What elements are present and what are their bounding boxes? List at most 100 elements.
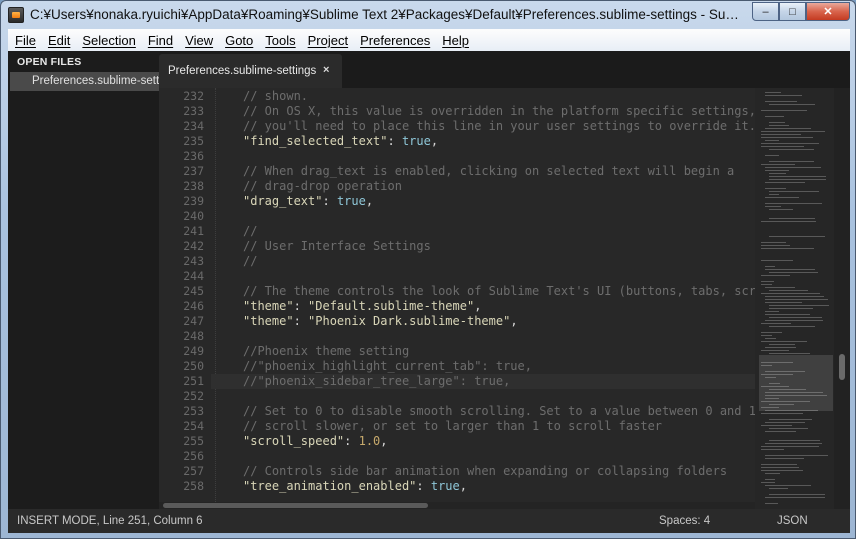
line-number[interactable]: 247 — [159, 314, 204, 328]
menu-file[interactable]: File — [8, 33, 42, 48]
code-line[interactable]: "scroll_speed": 1.0, — [243, 434, 388, 448]
code-line[interactable]: "find_selected_text": true, — [243, 134, 438, 148]
code-line[interactable]: // you'll need to place this line in you… — [243, 119, 755, 133]
status-syntax[interactable]: JSON — [777, 515, 808, 527]
minimap-line — [765, 497, 825, 498]
sublime-app-icon[interactable] — [8, 7, 24, 23]
code-token: true — [336, 194, 366, 208]
code-line[interactable]: // — [243, 224, 257, 238]
code-token: : — [416, 479, 431, 493]
line-number[interactable]: 256 — [159, 449, 204, 463]
line-number[interactable]: 243 — [159, 254, 204, 268]
line-number[interactable]: 250 — [159, 359, 204, 373]
minimap-line — [761, 221, 816, 222]
code-line[interactable]: // When drag_text is enabled, clicking o… — [243, 164, 734, 178]
code-token: true — [430, 479, 460, 493]
line-number[interactable]: 239 — [159, 194, 204, 208]
line-number[interactable]: 255 — [159, 434, 204, 448]
minimap-line — [765, 422, 805, 423]
line-number[interactable]: 257 — [159, 464, 204, 478]
code-line[interactable]: "theme": "Phoenix Dark.sublime-theme", — [243, 314, 518, 328]
line-number[interactable]: 253 — [159, 404, 204, 418]
title-bar[interactable]: C:¥Users¥nonaka.ryuichi¥AppData¥Roaming¥… — [1, 1, 855, 29]
line-number[interactable]: 241 — [159, 224, 204, 238]
minimap-line — [761, 275, 790, 276]
line-number[interactable]: 242 — [159, 239, 204, 253]
line-number[interactable]: 249 — [159, 344, 204, 358]
code-line[interactable]: // — [243, 254, 257, 268]
code-line[interactable]: // Set to 0 to disable smooth scrolling.… — [243, 404, 755, 418]
minimap-line — [769, 218, 815, 219]
code-line[interactable]: "drag_text": true, — [243, 194, 373, 208]
minimap-line — [761, 482, 775, 483]
code-token: // User Interface Settings — [243, 239, 431, 253]
line-number[interactable]: 246 — [159, 299, 204, 313]
code-line[interactable]: // drag-drop operation — [243, 179, 402, 193]
sidebar-open-file[interactable]: Preferences.sublime-settings — [10, 72, 159, 91]
minimap-line — [765, 296, 824, 297]
status-indentation[interactable]: Spaces: 4 — [659, 515, 710, 527]
code-line[interactable]: // scroll slower, or set to larger than … — [243, 419, 662, 433]
minimap-viewport[interactable] — [759, 355, 833, 411]
minimap-line — [761, 143, 819, 144]
minimap-line — [769, 440, 820, 441]
vertical-scroll-thumb[interactable] — [839, 354, 845, 380]
code-editor[interactable]: 232 // shown. 233 // On OS X, this value is… — [159, 88, 755, 502]
line-number[interactable]: 248 — [159, 329, 204, 343]
line-number[interactable]: 235 — [159, 134, 204, 148]
code-token: "theme" — [243, 314, 294, 328]
line-number[interactable]: 240 — [159, 209, 204, 223]
menu-preferences[interactable]: Preferences — [354, 33, 436, 48]
line-number[interactable]: 244 — [159, 269, 204, 283]
line-number[interactable]: 234 — [159, 119, 204, 133]
line-number[interactable]: 254 — [159, 419, 204, 433]
menu-tools[interactable]: Tools — [259, 33, 301, 48]
code-line[interactable]: //"phoenix_highlight_current_tab": true, — [243, 359, 532, 373]
menu-edit[interactable]: Edit — [42, 33, 76, 48]
minimap-line — [765, 320, 823, 321]
minimap-line — [761, 281, 774, 282]
menu-help[interactable]: Help — [436, 33, 475, 48]
minimap-line — [769, 179, 826, 180]
line-number[interactable]: 251 — [159, 374, 204, 388]
minimap-line — [765, 188, 786, 189]
code-line[interactable]: // shown. — [243, 89, 308, 103]
vertical-scrollbar[interactable] — [834, 88, 850, 509]
line-number[interactable]: 245 — [159, 284, 204, 298]
code-token: "Default.sublime-theme" — [308, 299, 475, 313]
line-number[interactable]: 233 — [159, 104, 204, 118]
line-number[interactable]: 236 — [159, 149, 204, 163]
minimize-button[interactable]: – — [752, 2, 779, 21]
minimap-line — [765, 347, 796, 348]
menu-goto[interactable]: Goto — [219, 33, 259, 48]
line-number[interactable]: 258 — [159, 479, 204, 493]
line-number[interactable]: 237 — [159, 164, 204, 178]
minimap[interactable] — [755, 88, 834, 509]
code-line[interactable]: // The theme controls the look of Sublim… — [243, 284, 755, 298]
menu-selection[interactable]: Selection — [76, 33, 141, 48]
tab-preferences[interactable]: Preferences.sublime-settings × — [159, 54, 342, 88]
menu-find[interactable]: Find — [142, 33, 179, 48]
horizontal-scroll-thumb[interactable] — [163, 503, 428, 508]
code-line[interactable]: // User Interface Settings — [243, 239, 431, 253]
code-line[interactable]: //"phoenix_sidebar_tree_large": true, — [243, 374, 510, 388]
close-button[interactable]: ✕ — [806, 2, 850, 21]
menu-project[interactable]: Project — [302, 33, 354, 48]
minimap-line — [761, 248, 814, 249]
menu-view[interactable]: View — [179, 33, 219, 48]
line-number[interactable]: 232 — [159, 89, 204, 103]
line-number[interactable]: 238 — [159, 179, 204, 193]
code-token: : — [293, 299, 309, 313]
minimap-line — [769, 149, 814, 150]
code-line[interactable]: // Controls side bar animation when expa… — [243, 464, 727, 478]
tab-label: Preferences.sublime-settings — [168, 65, 317, 77]
horizontal-scrollbar[interactable] — [159, 502, 755, 509]
code-line[interactable]: // On OS X, this value is overridden in … — [243, 104, 755, 118]
code-line[interactable]: "tree_animation_enabled": true, — [243, 479, 467, 493]
minimap-line — [769, 194, 779, 195]
line-number[interactable]: 252 — [159, 389, 204, 403]
code-line[interactable]: //Phoenix theme setting — [243, 344, 409, 358]
code-line[interactable]: "theme": "Default.sublime-theme", — [243, 299, 481, 313]
tab-close-icon[interactable]: × — [323, 64, 329, 76]
maximize-button[interactable]: □ — [779, 2, 806, 21]
